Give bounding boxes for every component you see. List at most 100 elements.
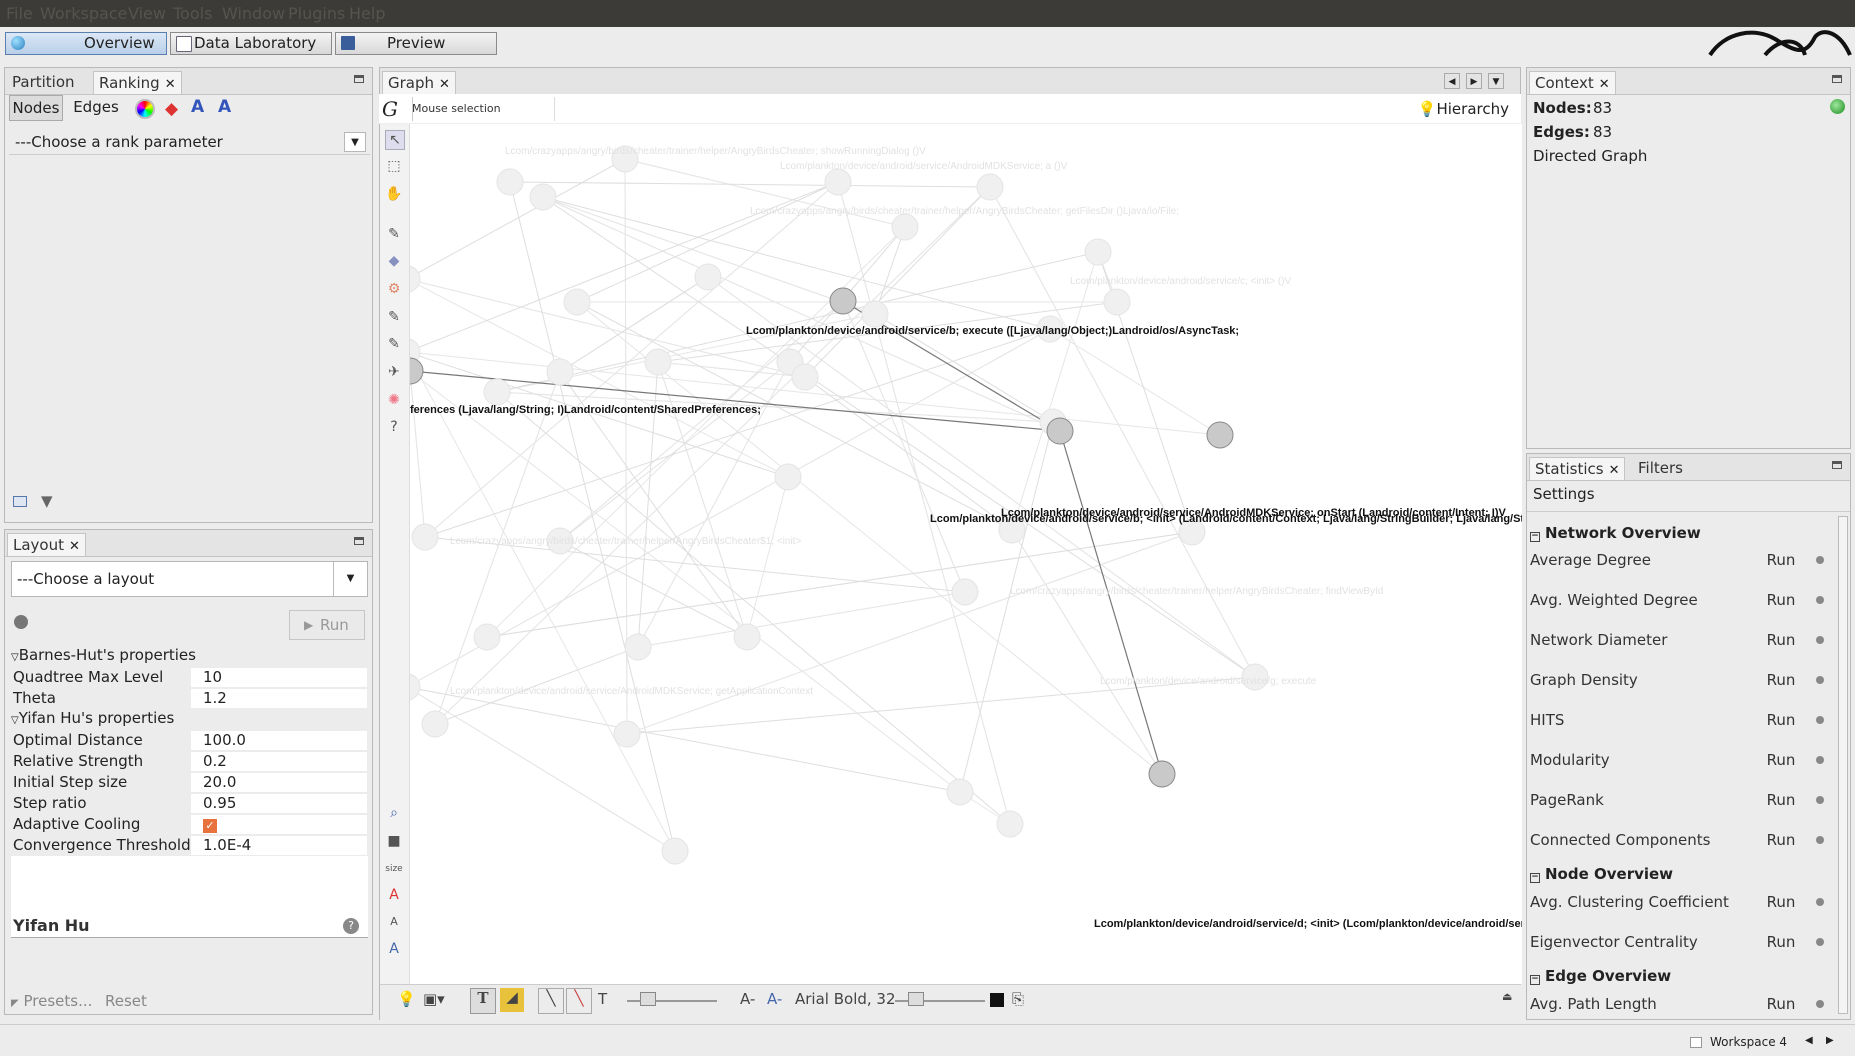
graph-node[interactable] — [473, 623, 501, 651]
graph-drawing[interactable]: Lcom/crazyapps/angry/birds/cheater/train… — [410, 124, 1522, 984]
run-layout-button[interactable]: ▶ Run — [289, 610, 365, 640]
presets-button[interactable]: ◤ Presets... — [11, 992, 92, 1010]
graph-node[interactable] — [529, 183, 557, 211]
label-color-icon[interactable]: A — [191, 97, 204, 117]
close-icon[interactable]: ✕ — [1599, 77, 1610, 92]
tab-filters[interactable]: Filters — [1633, 457, 1688, 479]
color-icon[interactable] — [135, 99, 155, 119]
rect-select-icon[interactable]: ⬚ — [385, 157, 403, 175]
tab-statistics[interactable]: Statistics ✕ — [1529, 457, 1626, 480]
font-icon[interactable]: A — [385, 940, 403, 958]
edit-icon[interactable]: ? — [385, 418, 403, 436]
run-button[interactable]: Run — [1762, 667, 1800, 693]
run-button[interactable]: Run — [1762, 827, 1800, 853]
menu-plugins[interactable]: Plugins — [288, 4, 345, 23]
graph-node[interactable] — [951, 578, 979, 606]
tab-context[interactable]: Context ✕ — [1529, 71, 1616, 94]
yifan-hu-section[interactable]: ▽Yifan Hu's properties — [11, 709, 174, 727]
graph-node[interactable] — [824, 168, 852, 196]
graph-node[interactable] — [996, 810, 1024, 838]
graph-node[interactable] — [661, 837, 689, 865]
tab-partition[interactable]: Partition — [7, 71, 80, 93]
run-button[interactable]: Run — [1762, 889, 1800, 915]
edge-icon[interactable]: ╲ — [538, 988, 564, 1014]
heatmap-icon[interactable]: ✺ — [385, 391, 403, 409]
graph-node[interactable] — [891, 213, 919, 241]
label-color-icon[interactable]: ◢ — [500, 988, 524, 1012]
graph-node[interactable] — [774, 463, 802, 491]
graph-node[interactable] — [421, 710, 449, 738]
graph-node[interactable] — [496, 168, 524, 196]
label-size-icon[interactable]: A — [218, 97, 231, 117]
tab-data-laboratory[interactable]: Data Laboratory — [170, 32, 332, 55]
graph-node[interactable] — [410, 265, 421, 293]
bulb-icon[interactable]: 💡 — [397, 990, 416, 1012]
arrow-left-icon[interactable]: ◀ — [1805, 1035, 1813, 1046]
help-icon[interactable]: ? — [343, 918, 359, 934]
arrow-right-icon[interactable]: ▶ — [1466, 73, 1482, 89]
edge-pencil-icon[interactable]: ✎ — [385, 335, 403, 353]
close-icon[interactable]: ✕ — [69, 539, 80, 554]
arrow-left-icon[interactable]: ◀ — [1444, 73, 1460, 89]
chevron-down-icon[interactable]: ▼ — [333, 562, 367, 596]
scrollbar[interactable] — [1838, 516, 1848, 1014]
graph-node[interactable] — [976, 173, 1004, 201]
menu-window[interactable]: Window — [222, 4, 285, 23]
close-icon[interactable]: ✕ — [1609, 463, 1620, 478]
run-button[interactable]: Run — [1762, 929, 1800, 955]
expand-up-icon[interactable]: ⏏ — [1502, 990, 1512, 1012]
filter-icon[interactable]: ▼ — [41, 492, 53, 510]
run-button[interactable]: Run — [1762, 547, 1800, 573]
clipboard-icon[interactable]: ⎘ — [1012, 990, 1024, 1012]
diamond-icon[interactable]: ◆ — [385, 252, 403, 270]
font-smaller-icon[interactable]: A- — [740, 990, 755, 1012]
color-swatch[interactable] — [990, 993, 1004, 1007]
tab-overview[interactable]: Overview — [5, 32, 167, 55]
slider-thumb[interactable] — [908, 992, 924, 1006]
graph-node[interactable] — [624, 633, 652, 661]
graph-node[interactable] — [861, 300, 889, 328]
graph-node[interactable] — [946, 778, 974, 806]
graph-node[interactable] — [694, 263, 722, 291]
menu-file[interactable]: File — [6, 4, 33, 23]
run-button[interactable]: Run — [1762, 747, 1800, 773]
layout-select[interactable]: ---Choose a layout ▼ — [11, 561, 368, 597]
run-button[interactable]: Run — [1762, 991, 1800, 1017]
run-button[interactable]: Run — [1762, 627, 1800, 653]
highlighted-node[interactable] — [1206, 421, 1234, 449]
edges-tab[interactable]: Edges — [69, 95, 123, 121]
font-larger-icon[interactable]: A- — [767, 990, 782, 1012]
pointer-icon[interactable]: ↖ — [385, 130, 405, 150]
slider-thumb[interactable] — [640, 992, 656, 1006]
tab-preview[interactable]: Preview — [335, 32, 497, 55]
minimize-icon[interactable] — [354, 537, 364, 545]
graph-node[interactable] — [613, 720, 641, 748]
reset-button[interactable]: Reset — [105, 992, 147, 1010]
menu-tools[interactable]: Tools — [173, 4, 212, 23]
highlighted-node[interactable] — [410, 357, 424, 385]
brush-icon[interactable]: ✎ — [385, 225, 403, 243]
pencil-icon[interactable]: ✎ — [385, 308, 403, 326]
edge-overview-header[interactable]: − Edge Overview — [1530, 967, 1835, 989]
close-icon[interactable]: ✕ — [439, 77, 450, 92]
nodes-tab[interactable]: Nodes — [9, 95, 63, 121]
graph-node[interactable] — [1084, 238, 1112, 266]
run-button[interactable]: Run — [1762, 587, 1800, 613]
screenshot-icon[interactable]: ▣▾ — [423, 990, 445, 1012]
graph-node[interactable] — [483, 378, 511, 406]
painter-icon[interactable]: ⚙ — [385, 280, 403, 298]
graph-node[interactable] — [1103, 288, 1131, 316]
table-icon[interactable] — [13, 496, 27, 507]
graph-node[interactable] — [546, 358, 574, 386]
minimize-icon[interactable] — [354, 75, 364, 83]
drag-icon[interactable]: ✋ — [385, 185, 403, 203]
font-color-icon[interactable]: A — [385, 886, 403, 904]
chevron-down-icon[interactable]: ▼ — [344, 132, 366, 152]
minimize-icon[interactable] — [1832, 75, 1842, 83]
edge-color-icon[interactable]: ╲ — [566, 988, 592, 1014]
settings-link[interactable]: Settings — [1533, 485, 1595, 503]
run-button[interactable]: Run — [1762, 787, 1800, 813]
graph-node[interactable] — [644, 348, 672, 376]
graph-node[interactable] — [733, 623, 761, 651]
highlighted-node[interactable] — [1148, 760, 1176, 788]
